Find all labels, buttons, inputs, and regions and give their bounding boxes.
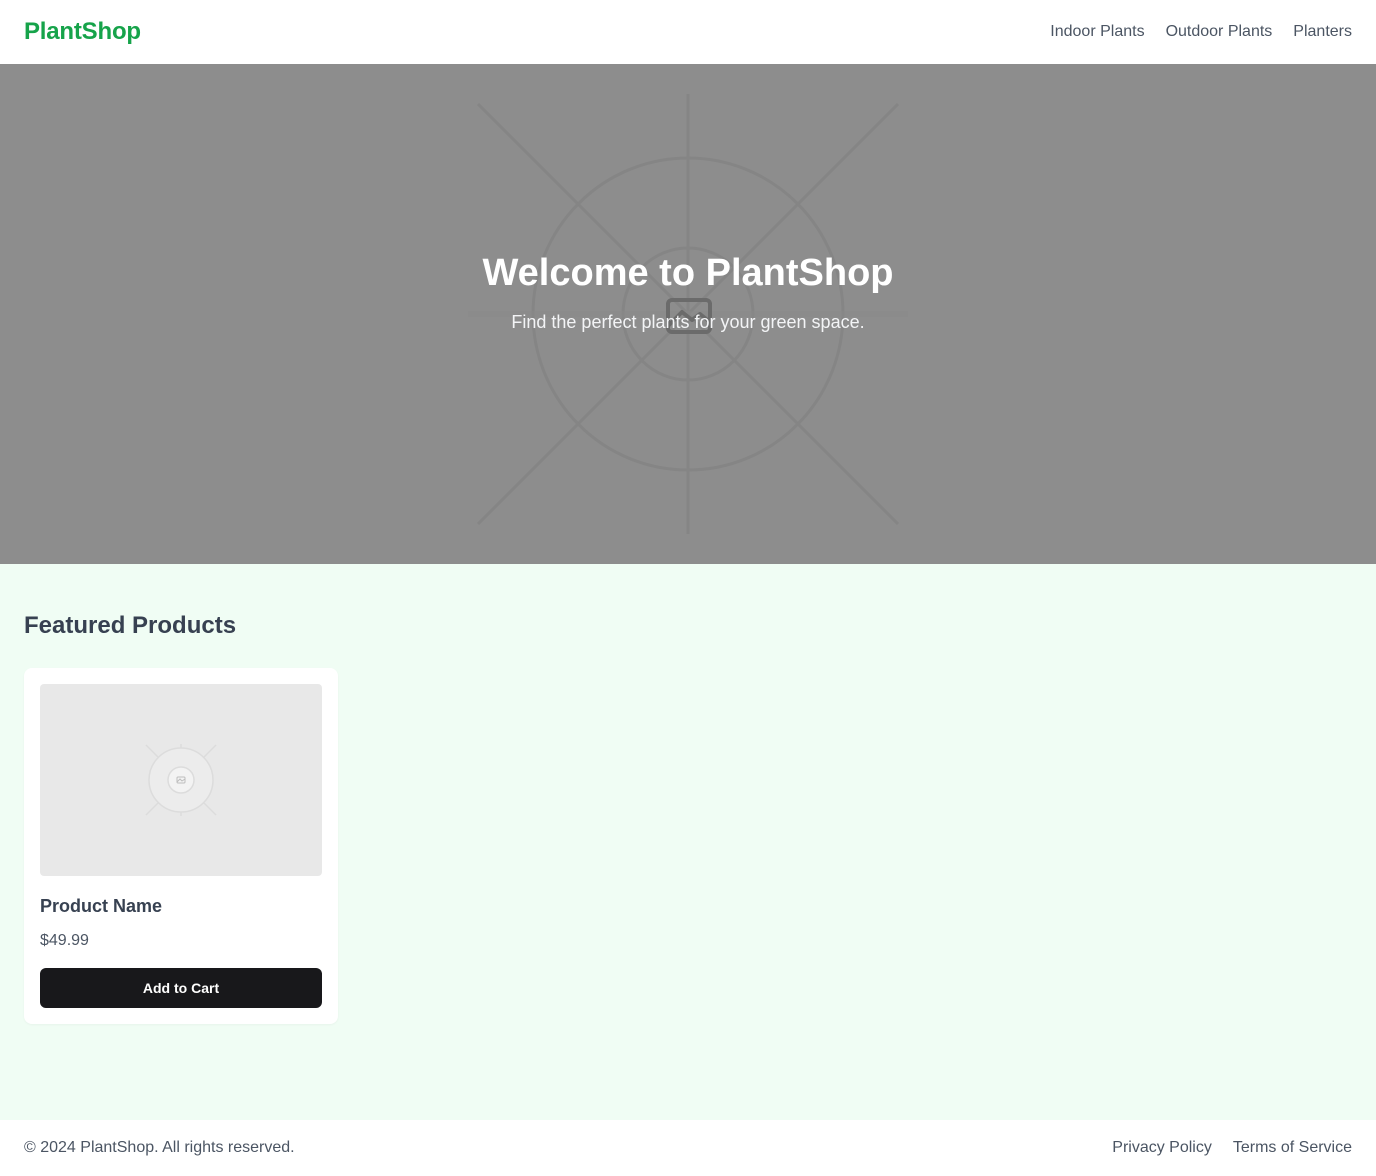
product-name[interactable]: Product Name: [40, 896, 162, 917]
main-nav: Indoor Plants Outdoor Plants Planters: [1050, 23, 1352, 41]
site-logo[interactable]: PlantShop: [24, 18, 141, 46]
hero-subtitle: Find the perfect plants for your green s…: [511, 312, 865, 333]
add-to-cart-button[interactable]: Add to Cart: [40, 968, 322, 1008]
product-image[interactable]: [40, 684, 322, 876]
footer-link-terms-of-service[interactable]: Terms of Service: [1233, 1139, 1352, 1157]
hero-content: Welcome to PlantShop Find the perfect pl…: [0, 64, 1376, 564]
copyright-text: © 2024 PlantShop. All rights reserved.: [24, 1139, 295, 1156]
site-footer: © 2024 PlantShop. All rights reserved. P…: [0, 1120, 1376, 1176]
section-title: Featured Products: [24, 612, 237, 639]
product-card: Product Name $49.99 Add to Cart: [24, 668, 338, 1024]
hero-title: Welcome to PlantShop: [482, 251, 894, 294]
image-placeholder-icon: [145, 744, 217, 816]
footer-link-privacy-policy[interactable]: Privacy Policy: [1112, 1139, 1212, 1157]
nav-link-indoor-plants[interactable]: Indoor Plants: [1050, 23, 1144, 41]
product-price: $49.99: [40, 932, 89, 949]
site-header: PlantShop Indoor Plants Outdoor Plants P…: [0, 0, 1376, 64]
nav-link-outdoor-plants[interactable]: Outdoor Plants: [1166, 23, 1273, 41]
hero-banner: Welcome to PlantShop Find the perfect pl…: [0, 64, 1376, 564]
footer-links: Privacy Policy Terms of Service: [1112, 1139, 1352, 1157]
nav-link-planters[interactable]: Planters: [1293, 23, 1352, 41]
featured-products-section: Featured Products Product Name $49.99 Ad…: [0, 564, 1376, 1120]
